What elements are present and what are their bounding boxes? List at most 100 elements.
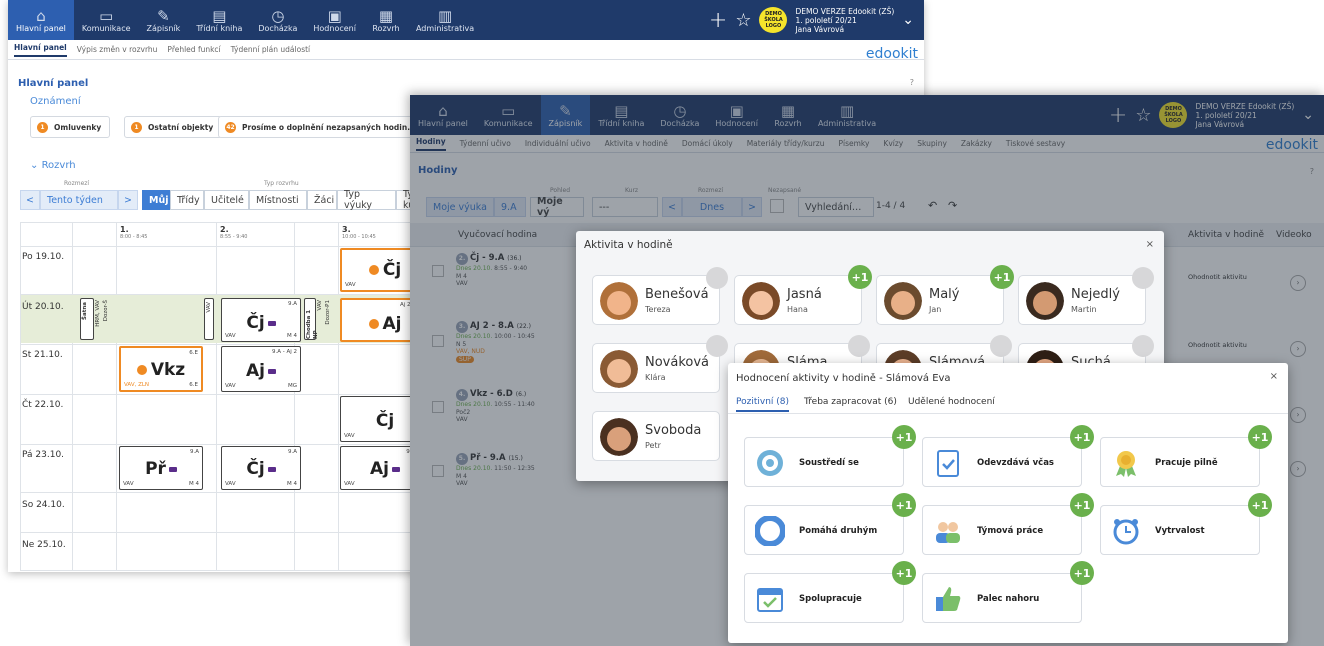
nav-schedule[interactable]: ▦ Rozvrh — [364, 0, 408, 40]
plus-one-badge: +1 — [848, 265, 872, 289]
tab-to-improve[interactable]: Třeba zapracovat (6) — [804, 397, 897, 407]
activity-on-time[interactable]: Odevzdává včas — [922, 437, 1082, 487]
plus-one-badge[interactable]: +1 — [892, 425, 916, 449]
video-icon — [267, 368, 276, 374]
tab-positive[interactable]: Pozitivní (8) — [736, 397, 790, 412]
main-nav: ⌂ Hlavní panel ▭ Komunikace ✎ Zápisník ▤ Tří… — [8, 0, 924, 40]
nav-grades[interactable]: ▣ Hodnocení — [305, 0, 364, 40]
lesson-fri-cj[interactable]: 9.A Čj VAV M 4 — [221, 446, 301, 490]
chevron-down-icon[interactable]: ⌄ — [902, 12, 914, 28]
nav-home[interactable]: ⌂ Hlavní panel — [8, 0, 74, 40]
lesson-tue-satna[interactable]: Šatna — [80, 298, 94, 340]
student-avatar — [600, 350, 638, 388]
type-teachers[interactable]: Učitelé — [204, 190, 249, 210]
type-teaching-type[interactable]: Typ výuky — [337, 189, 396, 211]
lesson-wed-aj[interactable]: 9.A - Aj 2 Aj VAV MG — [221, 346, 301, 392]
rating-placeholder — [1132, 335, 1154, 357]
notif-unwritten[interactable]: 42 Prosíme o doplnění nezapsaných hodin. — [218, 116, 420, 138]
student-card[interactable]: Malý Jan — [876, 275, 1004, 325]
activity-helps[interactable]: Pomáhá druhým — [744, 505, 904, 555]
plus-one-badge[interactable]: +1 — [1070, 561, 1094, 585]
student-card[interactable]: Nejedlý Martin — [1018, 275, 1146, 325]
next-week-button[interactable]: > — [118, 190, 138, 210]
subnav-changes[interactable]: Výpis změn v rozvrhu — [77, 45, 158, 54]
lesson-tue-cj[interactable]: 9.A Čj VAV M 4 — [221, 298, 301, 342]
unwritten-dot — [368, 265, 379, 275]
plus-one-badge[interactable]: +1 — [892, 493, 916, 517]
nav-admin[interactable]: ▥ Administrativa — [408, 0, 482, 40]
nav-communication[interactable]: ▭ Komunikace — [74, 0, 139, 40]
lesson-wed-vkz[interactable]: 6.E Vkz VAV, ZLN 6.E — [119, 346, 203, 392]
close-icon[interactable]: × — [1146, 239, 1154, 250]
col-1: 1. 8:00 - 8:45 — [120, 225, 148, 240]
student-avatar — [742, 282, 780, 320]
type-pupils[interactable]: Žáci — [307, 190, 337, 210]
rating-placeholder — [990, 335, 1012, 357]
rating-placeholder — [848, 335, 870, 357]
nav-attendance[interactable]: ◷ Docházka — [250, 0, 305, 40]
student-card[interactable]: Benešová Tereza — [592, 275, 720, 325]
activity-cooperates[interactable]: Spolupracuje — [744, 573, 904, 623]
tab-given[interactable]: Udělené hodnocení — [908, 397, 995, 407]
lesson-tue-chodba[interactable]: Chodba 1 NP — [304, 298, 319, 340]
this-week-button[interactable]: Tento týden — [40, 190, 118, 210]
nav-notebook[interactable]: ✎ Zápisník — [139, 0, 189, 40]
satna-staff: HRM, VAV — [95, 300, 101, 327]
lesson-fri-pr[interactable]: 9.A Př VAV M 4 — [119, 446, 203, 490]
schedule-section-toggle[interactable]: ⌄ Rozvrh — [30, 160, 76, 171]
student-card[interactable]: Nováková Klára — [592, 343, 720, 393]
activity-thumbs-up[interactable]: Palec nahoru — [922, 573, 1082, 623]
plus-one-badge[interactable]: +1 — [1248, 425, 1272, 449]
close-icon[interactable]: × — [1270, 371, 1278, 382]
video-icon — [267, 320, 276, 326]
subnav-main-panel[interactable]: Hlavní panel — [14, 43, 67, 57]
activity-teamwork[interactable]: Týmová práce — [922, 505, 1082, 555]
activity-modal-title: Aktivita v hodině — [584, 239, 673, 251]
team-icon — [936, 522, 960, 543]
edookit-logo: edookit — [865, 46, 918, 62]
type-mine[interactable]: Můj — [142, 190, 170, 210]
page-title: Hlavní panel — [18, 78, 89, 89]
plus-one-badge[interactable]: +1 — [892, 561, 916, 585]
student-avatar — [600, 282, 638, 320]
type-label: Typ rozvrhu — [264, 180, 299, 187]
day-sat: So 24.10. — [22, 500, 65, 510]
activity-diligent[interactable]: Pracuje pilně — [1100, 437, 1260, 487]
user-info[interactable]: DEMO VERZE Edookit (ZŠ) 1. pololetí 20/21… — [795, 7, 894, 34]
lifebuoy-icon — [755, 516, 785, 546]
notif-excuses[interactable]: 1 Omluvenky — [30, 116, 111, 138]
nav-classbook[interactable]: ▤ Třídní kniha — [188, 0, 250, 40]
unwritten-dot — [136, 365, 147, 375]
day-mon: Po 19.10. — [22, 252, 65, 262]
type-rooms[interactable]: Místnosti — [249, 190, 307, 210]
student-card[interactable]: Jasná Hana — [734, 275, 862, 325]
plus-one-badge[interactable]: +1 — [1070, 493, 1094, 517]
student-avatar — [600, 418, 638, 456]
plus-one-badge[interactable]: +1 — [1248, 493, 1272, 517]
help-icon[interactable]: ? — [910, 78, 914, 87]
prev-week-button[interactable]: < — [20, 190, 40, 210]
target-icon — [757, 450, 783, 476]
student-card[interactable]: Svoboda Petr — [592, 411, 720, 461]
rating-placeholder — [706, 267, 728, 289]
subnav-weekly-plan[interactable]: Týdenní plán událostí — [231, 45, 311, 54]
chodba-staff: VAV — [317, 300, 323, 311]
book-icon: ▤ — [212, 6, 227, 25]
activity-persistence[interactable]: Vytrvalost — [1100, 505, 1260, 555]
clock-icon: ◷ — [271, 6, 285, 25]
admin-icon: ▥ — [437, 6, 453, 25]
plus-icon[interactable]: + — [709, 8, 727, 33]
video-icon — [267, 466, 276, 472]
star-icon[interactable]: ☆ — [735, 10, 751, 31]
home-icon: ⌂ — [36, 6, 46, 25]
medal-icon — [1116, 451, 1136, 477]
day-fri: Pá 23.10. — [22, 450, 65, 460]
satna-duty: Dozor-Š — [103, 300, 109, 322]
activity-focus[interactable]: Soustředí se — [744, 437, 904, 487]
notif-other[interactable]: 1 Ostatní objekty — [124, 116, 223, 138]
type-classes[interactable]: Třídy — [170, 190, 204, 210]
lesson-tue-small[interactable]: VAV — [204, 298, 214, 340]
plus-one-badge[interactable]: +1 — [1070, 425, 1094, 449]
subnav-features[interactable]: Přehled funkcí — [167, 45, 220, 54]
video-icon — [168, 466, 177, 472]
